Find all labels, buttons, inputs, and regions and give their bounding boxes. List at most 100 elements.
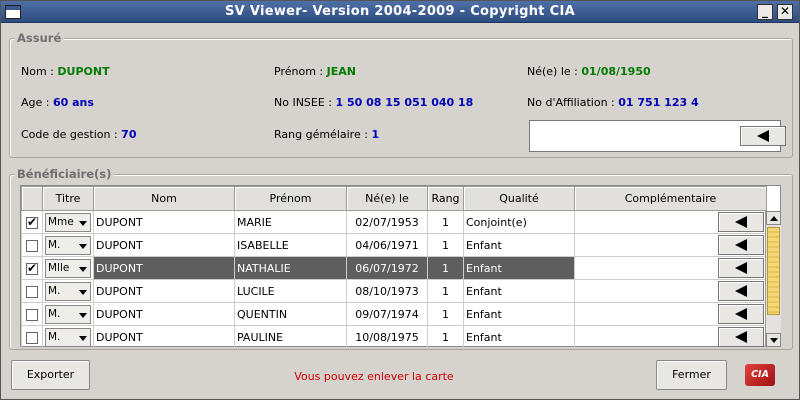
scroll-up-icon[interactable] [766, 211, 781, 225]
minimize-icon[interactable]: _ [757, 4, 773, 20]
rang-cell[interactable]: 1 [427, 279, 464, 303]
birthdate-field: Né(e) le : 01/08/1950 [527, 65, 651, 78]
col-header-complementaire[interactable]: Complémentaire [574, 186, 767, 211]
left-arrow-icon[interactable] [718, 235, 764, 255]
titre-dropdown[interactable]: M. [45, 327, 91, 347]
table-row[interactable]: Mme DUPONTMARIE02/07/19531Conjoint(e) [21, 210, 767, 234]
scroll-thumb[interactable] [767, 227, 780, 315]
qualite-cell[interactable]: Enfant [463, 279, 575, 303]
left-arrow-icon[interactable] [740, 126, 786, 146]
complementaire-cell[interactable] [574, 302, 767, 326]
checkbox-icon[interactable] [26, 285, 38, 298]
col-header-rang[interactable]: Rang [427, 186, 464, 211]
insee-field: No INSEE : 1 50 08 15 051 040 18 [274, 96, 473, 109]
close-button[interactable]: Fermer [656, 360, 727, 390]
row-checkbox-cell[interactable] [21, 302, 43, 326]
rang-cell[interactable]: 1 [427, 325, 464, 349]
qualite-cell[interactable]: Enfant [463, 233, 575, 257]
titre-dropdown[interactable]: M. [45, 304, 91, 324]
col-header-titre[interactable]: Titre [42, 186, 94, 211]
prenom-cell[interactable]: QUENTIN [234, 302, 347, 326]
row-checkbox-cell[interactable] [21, 210, 43, 234]
nom-cell[interactable]: DUPONT [93, 325, 235, 349]
left-arrow-icon[interactable] [718, 304, 764, 324]
col-header-prenom[interactable]: Prénom [234, 186, 347, 211]
checkbox-icon[interactable] [26, 239, 38, 252]
ne-le-cell[interactable]: 08/10/1973 [346, 279, 428, 303]
ne-le-cell[interactable]: 10/08/1975 [346, 325, 428, 349]
titre-cell[interactable]: M. [42, 233, 94, 257]
left-arrow-icon[interactable] [718, 281, 764, 301]
checkbox-icon[interactable] [26, 331, 38, 344]
beneficiaires-table: Titre Nom Prénom Né(e) le Rang Qualité C… [20, 185, 781, 349]
table-row[interactable]: M. DUPONT PAULINE 10/08/1975 1 Enfant [21, 325, 767, 349]
complementaire-cell[interactable] [574, 210, 767, 234]
ne-le-cell[interactable]: 02/07/1953 [346, 210, 428, 234]
prenom-cell[interactable]: LUCILE [234, 279, 347, 303]
titre-cell[interactable]: Mme [42, 210, 94, 234]
table-row[interactable]: M. DUPONT QUENTIN 09/07/1974 1 Enfant [21, 302, 767, 326]
titre-value: M. [48, 284, 61, 297]
prenom-cell[interactable]: PAULINE [234, 325, 347, 349]
qualite-cell[interactable]: Conjoint(e) [463, 210, 575, 234]
ne-le-cell[interactable]: 09/07/1974 [346, 302, 428, 326]
complementaire-cell[interactable] [574, 256, 767, 280]
rang-cell[interactable]: 1 [427, 256, 464, 280]
close-icon[interactable]: ✕ [777, 4, 793, 20]
checkbox-icon[interactable] [26, 308, 38, 321]
titre-cell[interactable]: Mlle [42, 256, 94, 280]
sv-viewer-window: SV Viewer- Version 2004-2009 - Copyright… [0, 0, 800, 400]
rang-cell[interactable]: 1 [427, 233, 464, 257]
table-row[interactable]: M. DUPONT LUCILE 08/10/1973 1 Enfant [21, 279, 767, 303]
rang-value: 1 [371, 128, 380, 141]
titre-dropdown[interactable]: M. [45, 235, 91, 255]
cia-logo: CIA [745, 364, 775, 386]
left-arrow-icon[interactable] [718, 327, 764, 347]
row-checkbox-cell[interactable] [21, 256, 43, 280]
col-header-ne-le[interactable]: Né(e) le [346, 186, 428, 211]
titre-dropdown[interactable]: Mlle [45, 258, 91, 278]
table-row[interactable]: M. DUPONT ISABELLE 04/06/1971 1 Enfant [21, 233, 767, 257]
code-gestion-label: Code de gestion : [21, 128, 118, 141]
prenom-cell[interactable]: ISABELLE [234, 233, 347, 257]
checkbox-icon[interactable] [26, 215, 38, 229]
col-header-nom[interactable]: Nom [93, 186, 235, 211]
title-bar: SV Viewer- Version 2004-2009 - Copyright… [1, 1, 799, 23]
qualite-cell[interactable]: Enfant [463, 302, 575, 326]
nom-cell[interactable]: DUPONT [93, 279, 235, 303]
titre-cell[interactable]: M. [42, 302, 94, 326]
row-checkbox-cell[interactable] [21, 233, 43, 257]
ne-le-cell[interactable]: 06/07/1972 [346, 256, 428, 280]
card-search-box[interactable] [529, 120, 786, 152]
nom-cell[interactable]: DUPONT [93, 233, 235, 257]
qualite-cell[interactable]: Enfant [463, 256, 575, 280]
col-header-qualite[interactable]: Qualité [463, 186, 575, 211]
checkbox-icon[interactable] [26, 261, 38, 275]
titre-dropdown[interactable]: M. [45, 281, 91, 301]
qualite-cell[interactable]: Enfant [463, 325, 575, 349]
prenom-cell[interactable]: MARIE [234, 210, 347, 234]
left-arrow-icon[interactable] [718, 212, 764, 232]
nom-cell[interactable]: DUPONT [93, 210, 235, 234]
rang-cell[interactable]: 1 [427, 210, 464, 234]
table-row[interactable]: Mlle DUPONTNATHALIE06/07/19721Enfant [21, 256, 767, 280]
prenom-cell[interactable]: NATHALIE [234, 256, 347, 280]
complementaire-cell[interactable] [574, 233, 767, 257]
rang-cell[interactable]: 1 [427, 302, 464, 326]
titre-dropdown[interactable]: Mme [45, 212, 91, 232]
complementaire-cell[interactable] [574, 325, 767, 349]
titre-cell[interactable]: M. [42, 325, 94, 349]
row-checkbox-cell[interactable] [21, 279, 43, 303]
left-arrow-icon[interactable] [718, 258, 764, 278]
nom-cell[interactable]: DUPONT [93, 302, 235, 326]
assure-group-title: Assuré [14, 31, 65, 45]
col-header-check[interactable] [21, 186, 43, 211]
titre-cell[interactable]: M. [42, 279, 94, 303]
nom-cell[interactable]: DUPONT [93, 256, 235, 280]
prenom-label: Prénom : [274, 65, 324, 78]
scroll-down-icon[interactable] [766, 333, 781, 347]
row-checkbox-cell[interactable] [21, 325, 43, 349]
table-scrollbar[interactable] [765, 211, 781, 347]
complementaire-cell[interactable] [574, 279, 767, 303]
ne-le-cell[interactable]: 04/06/1971 [346, 233, 428, 257]
